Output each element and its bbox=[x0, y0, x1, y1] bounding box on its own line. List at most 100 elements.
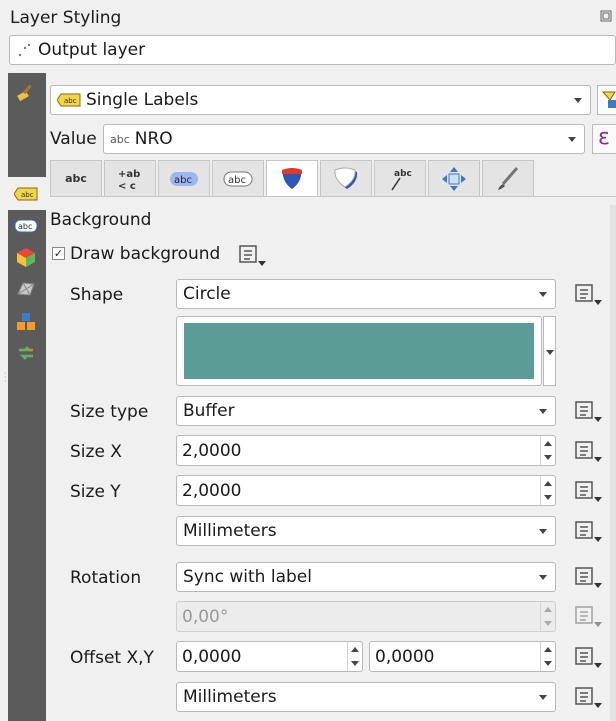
offset-x-spinbox[interactable]: 0,0000 bbox=[176, 641, 363, 672]
tab-background[interactable] bbox=[266, 160, 318, 197]
tab-rendering[interactable] bbox=[482, 160, 534, 196]
spin-arrows[interactable] bbox=[347, 642, 362, 671]
value-field-text: NRO bbox=[134, 129, 173, 149]
tab-callouts[interactable]: abc bbox=[374, 160, 426, 196]
value-label: Value bbox=[50, 129, 97, 149]
size-type-select[interactable]: Buffer bbox=[176, 396, 556, 426]
single-labels-icon: abc bbox=[57, 93, 81, 107]
svg-text:+ab: +ab bbox=[118, 169, 140, 180]
mesh-icon[interactable] bbox=[13, 276, 39, 302]
abc-prefix: abc bbox=[110, 132, 130, 146]
vertical-scrollbar[interactable] bbox=[610, 205, 616, 721]
3d-view-icon[interactable] bbox=[13, 244, 39, 270]
draw-background-label: Draw background bbox=[70, 244, 221, 264]
offset-label: Offset X,Y bbox=[70, 648, 154, 668]
draw-background-checkbox[interactable]: ✓ bbox=[52, 247, 65, 260]
expression-button[interactable]: ε bbox=[592, 124, 616, 154]
shape-select[interactable]: Circle bbox=[176, 279, 556, 309]
svg-text:abc: abc bbox=[18, 222, 32, 231]
data-defined-override-button[interactable] bbox=[572, 479, 604, 505]
offset-x-value: 0,0000 bbox=[182, 646, 242, 667]
chevron-down-icon bbox=[539, 292, 547, 297]
rotation-label: Rotation bbox=[70, 568, 142, 588]
tab-text[interactable]: abc bbox=[50, 160, 102, 196]
tab-formatting[interactable]: +ab < c bbox=[104, 160, 156, 196]
shape-label: Shape bbox=[70, 285, 124, 305]
paintbrush-icon bbox=[498, 166, 519, 190]
spin-arrows[interactable] bbox=[540, 642, 555, 671]
chevron-down-icon bbox=[568, 137, 576, 142]
svg-text:< c: < c bbox=[118, 181, 136, 191]
data-defined-override-button[interactable] bbox=[572, 399, 604, 425]
size-units-value: Millimeters bbox=[183, 521, 277, 541]
data-defined-override-button[interactable] bbox=[236, 243, 268, 269]
tab-content-divider bbox=[50, 196, 616, 197]
fill-color-button[interactable] bbox=[176, 316, 542, 386]
size-y-label: Size Y bbox=[70, 482, 121, 502]
section-title: Background bbox=[50, 210, 152, 230]
chevron-down-icon bbox=[539, 409, 547, 414]
move-arrows-icon bbox=[442, 166, 466, 191]
label-mode-value: Single Labels bbox=[86, 90, 199, 110]
offset-y-value: 0,0000 bbox=[375, 646, 435, 667]
layer-select-value: Output layer bbox=[38, 40, 146, 60]
sidebar: abc abc bbox=[8, 73, 46, 721]
tab-buffer[interactable]: abc bbox=[158, 160, 210, 196]
svg-text:abc: abc bbox=[174, 175, 192, 186]
history-icon[interactable] bbox=[13, 340, 39, 366]
fill-color-swatch bbox=[184, 323, 534, 379]
symbology-brush-icon[interactable] bbox=[13, 79, 39, 105]
value-field[interactable]: abc NRO bbox=[103, 124, 585, 154]
size-type-value: Buffer bbox=[183, 401, 235, 421]
color-menu-button[interactable] bbox=[543, 316, 556, 386]
offset-units-value: Millimeters bbox=[183, 687, 277, 707]
data-defined-override-button[interactable] bbox=[572, 519, 604, 545]
data-defined-override-button bbox=[572, 604, 604, 630]
size-type-label: Size type bbox=[70, 402, 149, 422]
spin-arrows bbox=[540, 602, 555, 631]
labels-icon[interactable]: abc bbox=[13, 181, 39, 207]
rotation-type-value: Sync with label bbox=[183, 567, 312, 587]
size-x-spinbox[interactable]: 2,0000 bbox=[176, 435, 556, 466]
label-rules-button[interactable] bbox=[597, 85, 616, 115]
spin-arrows[interactable] bbox=[540, 476, 555, 505]
masks-icon[interactable]: abc bbox=[13, 213, 39, 239]
float-icon[interactable] bbox=[600, 10, 614, 24]
rotation-angle-value: 0,00° bbox=[182, 606, 229, 627]
svg-text:abc: abc bbox=[228, 175, 246, 186]
svg-text:abc: abc bbox=[64, 97, 77, 105]
size-x-label: Size X bbox=[70, 442, 122, 462]
svg-text:abc: abc bbox=[21, 191, 34, 199]
offset-units-select[interactable]: Millimeters bbox=[176, 682, 556, 712]
layer-select[interactable]: Output layer bbox=[9, 35, 616, 65]
shadow-icon bbox=[334, 167, 358, 189]
size-x-value: 2,0000 bbox=[182, 440, 242, 461]
chevron-down-icon bbox=[539, 695, 547, 700]
size-units-select[interactable]: Millimeters bbox=[176, 516, 556, 546]
tab-mask[interactable]: abc bbox=[212, 160, 264, 196]
tab-placement[interactable] bbox=[428, 160, 480, 196]
size-y-value: 2,0000 bbox=[182, 480, 242, 501]
tab-shadow[interactable] bbox=[320, 160, 372, 196]
data-defined-override-button[interactable] bbox=[572, 439, 604, 465]
panel-title: Layer Styling bbox=[10, 8, 122, 28]
data-defined-override-button[interactable] bbox=[572, 645, 604, 671]
data-defined-override-button[interactable] bbox=[572, 565, 604, 591]
point-layer-icon bbox=[16, 42, 32, 58]
chevron-down-icon bbox=[574, 98, 582, 103]
interstate-shield-icon bbox=[281, 167, 303, 191]
diagrams-icon[interactable] bbox=[13, 308, 39, 334]
rotation-type-select[interactable]: Sync with label bbox=[176, 562, 556, 592]
tab-text-label: abc bbox=[65, 172, 87, 185]
size-y-spinbox[interactable]: 2,0000 bbox=[176, 475, 556, 506]
splitter-grip[interactable]: · · · bbox=[4, 370, 7, 386]
label-mode-select[interactable]: abc Single Labels bbox=[50, 85, 591, 115]
offset-y-spinbox[interactable]: 0,0000 bbox=[369, 641, 556, 672]
data-defined-override-button[interactable] bbox=[572, 685, 604, 711]
data-defined-override-button[interactable] bbox=[572, 282, 604, 308]
chevron-down-icon bbox=[539, 575, 547, 580]
shape-value: Circle bbox=[183, 284, 231, 304]
spin-arrows[interactable] bbox=[540, 436, 555, 465]
chevron-down-icon bbox=[539, 529, 547, 534]
rotation-angle-spinbox: 0,00° bbox=[176, 601, 556, 632]
